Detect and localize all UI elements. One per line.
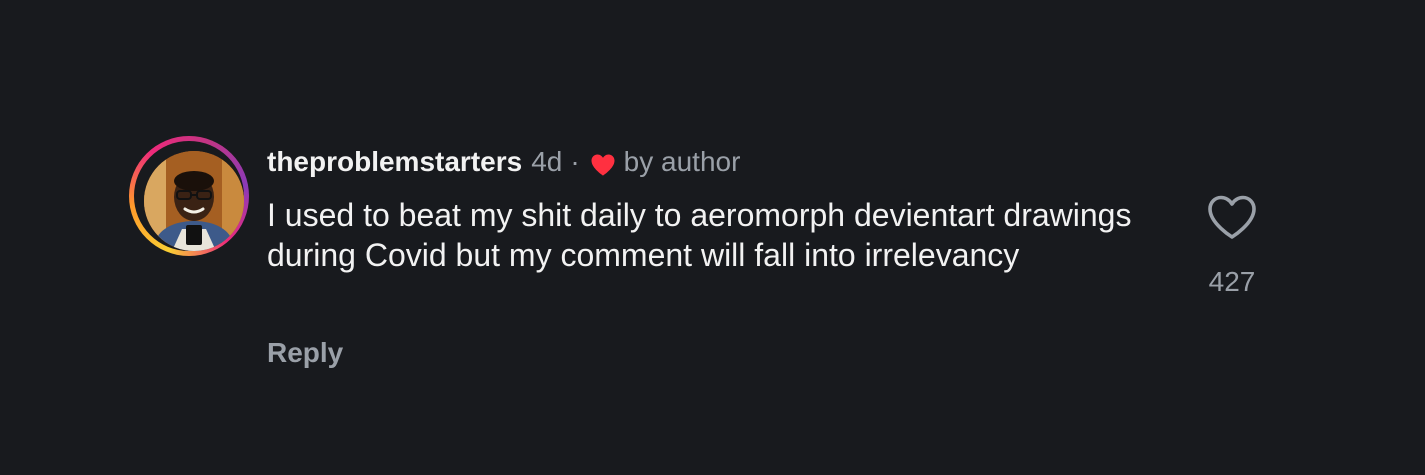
avatar-story-ring[interactable] (129, 136, 249, 256)
separator-dot: · (570, 146, 580, 177)
like-button[interactable] (1206, 194, 1258, 242)
avatar[interactable] (144, 151, 244, 251)
comment-text: I used to beat my shit daily to aeromorp… (267, 197, 1132, 273)
liked-by-author-label: by author (623, 146, 741, 177)
comment-header: theproblemstarters 4d · by author (267, 144, 740, 180)
comment-timestamp: 4d (531, 146, 563, 177)
like-count: 427 (1208, 266, 1256, 297)
comment: theproblemstarters 4d · by author I used… (0, 0, 1425, 475)
avatar-image (144, 151, 244, 251)
username-link[interactable]: theproblemstarters (267, 144, 522, 180)
reply-button[interactable]: Reply (267, 335, 343, 371)
heart-filled-icon (590, 150, 616, 176)
avatar-ring-gap (134, 141, 244, 251)
heart-outline-icon (1208, 195, 1256, 239)
